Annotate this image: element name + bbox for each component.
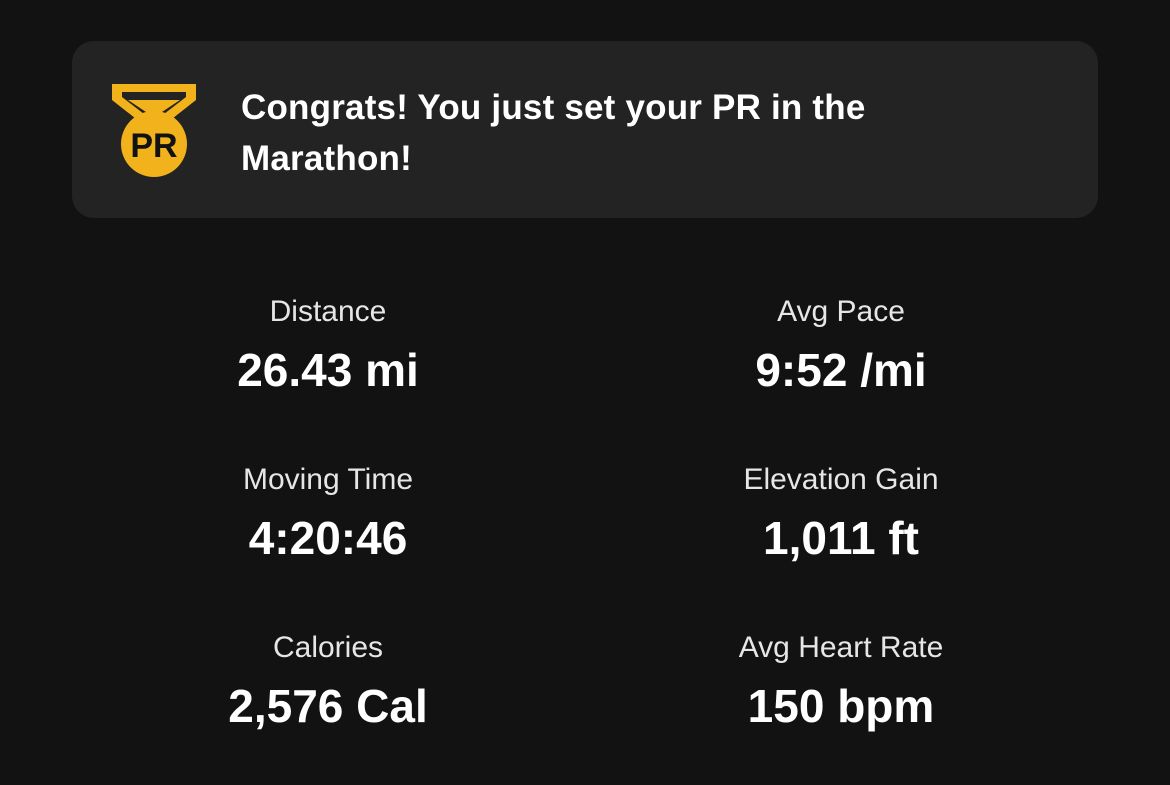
- stat-value: 9:52 /mi: [755, 344, 927, 396]
- pr-medal-icon: PR: [112, 84, 196, 177]
- stat-label: Moving Time: [242, 463, 414, 496]
- stat-avg-heart-rate: Avg Heart Rate 150 bpm: [631, 630, 1051, 734]
- stat-label: Avg Pace: [777, 295, 905, 328]
- stat-label: Elevation Gain: [743, 463, 939, 496]
- stat-avg-pace: Avg Pace 9:52 /mi: [631, 294, 1051, 398]
- stat-label: Calories: [272, 631, 384, 664]
- stat-value: 4:20:46: [248, 512, 408, 564]
- stat-label: Avg Heart Rate: [738, 631, 944, 664]
- stat-value: 150 bpm: [747, 680, 935, 732]
- stat-value: 1,011 ft: [763, 512, 919, 564]
- stat-label: Distance: [269, 295, 387, 328]
- stat-elevation-gain: Elevation Gain 1,011 ft: [631, 462, 1051, 566]
- stat-value: 2,576 Cal: [228, 680, 428, 732]
- pr-message: Congrats! You just set your PR in the Ma…: [241, 88, 866, 178]
- stat-calories: Calories 2,576 Cal: [118, 630, 538, 734]
- pr-badge-text: PR: [130, 127, 177, 165]
- stat-value: 26.43 mi: [237, 344, 419, 396]
- stat-moving-time: Moving Time 4:20:46: [118, 462, 538, 566]
- stat-distance: Distance 26.43 mi: [118, 294, 538, 398]
